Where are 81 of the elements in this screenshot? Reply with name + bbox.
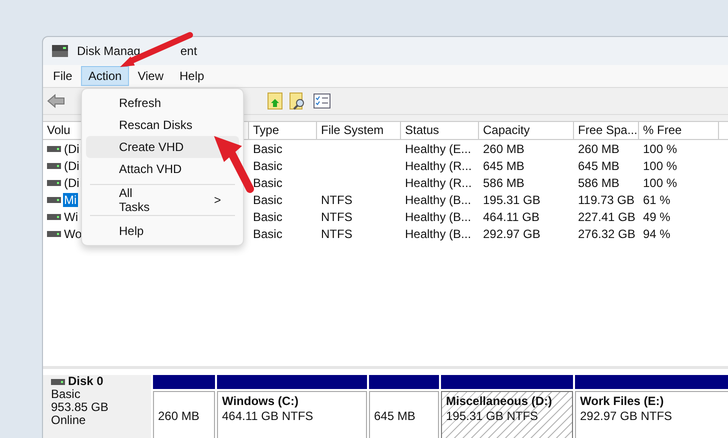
drive-icon — [47, 230, 61, 238]
table-cell[interactable]: (Di — [63, 142, 80, 156]
window-title: Disk Manag — [77, 44, 140, 58]
menu-item[interactable]: Create VHD — [86, 136, 239, 158]
menu-item[interactable]: View — [130, 66, 170, 86]
checklist-icon[interactable] — [313, 93, 331, 109]
menu-item[interactable]: Rescan Disks — [86, 114, 200, 136]
menu-item[interactable]: Refresh — [86, 92, 170, 114]
drive-icon — [47, 196, 61, 204]
table-cell: NTFS — [321, 192, 352, 206]
table-cell: 260 MB — [483, 142, 524, 156]
back-arrow-icon[interactable] — [47, 94, 65, 108]
search-icon[interactable] — [289, 92, 307, 110]
table-cell[interactable]: Wi — [63, 210, 79, 224]
column-header[interactable]: Free Spa... — [574, 122, 639, 139]
disk-status: Online — [51, 414, 87, 427]
table-cell: Basic — [253, 158, 282, 172]
table-cell: 227.41 GB — [578, 210, 636, 224]
drive-icon — [47, 178, 61, 186]
menu-item[interactable]: Help — [172, 66, 212, 86]
table-cell: Healthy (E... — [405, 142, 472, 156]
table-cell[interactable]: (Di — [63, 176, 80, 190]
table-cell: NTFS — [321, 210, 352, 224]
column-header[interactable]: Capacity — [479, 122, 574, 139]
table-cell: 292.97 GB — [483, 226, 540, 240]
table-cell: 61 % — [643, 192, 670, 206]
menu-item[interactable]: Attach VHD — [86, 158, 190, 180]
menu-item[interactable]: All Tasks > — [86, 189, 239, 211]
table-cell: 464.11 GB — [483, 210, 540, 224]
table-cell: 645 MB — [578, 158, 620, 172]
table-cell: Healthy (R... — [405, 176, 472, 190]
disk-type: Basic — [51, 388, 82, 401]
table-cell: Healthy (B... — [405, 226, 472, 240]
table-cell: 100 % — [643, 158, 678, 172]
partition-size: 292.97 GB NTFS — [580, 409, 674, 424]
table-cell: Basic — [253, 142, 282, 156]
partition-name: Miscellaneous (D:) — [446, 394, 554, 409]
table-cell: 94 % — [643, 226, 670, 240]
window-title: ent — [180, 44, 198, 58]
drive-icon — [47, 212, 61, 220]
table-cell: Healthy (B... — [405, 210, 472, 224]
table-cell: 100 % — [643, 176, 678, 190]
table-cell: Healthy (B... — [405, 192, 472, 206]
table-cell: 49 % — [643, 210, 670, 224]
menu-item[interactable]: Help — [86, 220, 152, 242]
table-cell: 119.73 GB — [578, 192, 634, 206]
drive-icon — [51, 378, 65, 386]
disk-size: 953.85 GB — [51, 401, 110, 414]
partition-size: 464.11 GB NTFS — [222, 409, 314, 424]
table-cell: 645 MB — [483, 158, 524, 172]
partition-size: 195.31 GB NTFS — [446, 409, 540, 424]
column-header[interactable]: % Free — [639, 122, 719, 139]
table-cell: Basic — [253, 192, 282, 206]
table-cell: 586 MB — [578, 176, 620, 190]
table-cell: NTFS — [321, 226, 352, 240]
folder-up-icon[interactable] — [267, 92, 283, 110]
drive-icon — [47, 144, 61, 152]
table-cell: Basic — [253, 226, 282, 240]
partition-name: Windows (C:) — [222, 394, 300, 409]
table-cell: 100 % — [643, 142, 678, 156]
column-header[interactable]: File System — [317, 122, 401, 139]
table-cell[interactable]: (Di — [63, 158, 80, 172]
table-cell: 276.32 GB — [578, 226, 636, 240]
menu-item[interactable]: File — [46, 66, 80, 86]
column-header[interactable]: Status — [401, 122, 479, 139]
partition-size: 645 MB — [374, 409, 416, 424]
menu-item[interactable]: Action — [81, 66, 129, 86]
column-header[interactable]: Type — [249, 122, 317, 139]
table-cell[interactable]: Wo — [63, 226, 83, 240]
table-cell: 260 MB — [578, 142, 620, 156]
table-cell: Healthy (R... — [405, 158, 472, 172]
disk-drive-icon — [51, 44, 69, 58]
table-cell: 195.31 GB — [483, 192, 540, 206]
partition-name: Work Files (E:) — [580, 394, 665, 409]
disk-name: Disk 0 — [68, 375, 104, 388]
partition-size: 260 MB — [158, 409, 200, 424]
table-cell[interactable]: Mi — [63, 192, 78, 206]
table-cell: Basic — [253, 210, 282, 224]
table-cell: Basic — [253, 176, 282, 190]
drive-icon — [47, 162, 61, 170]
table-cell: 586 MB — [483, 176, 524, 190]
